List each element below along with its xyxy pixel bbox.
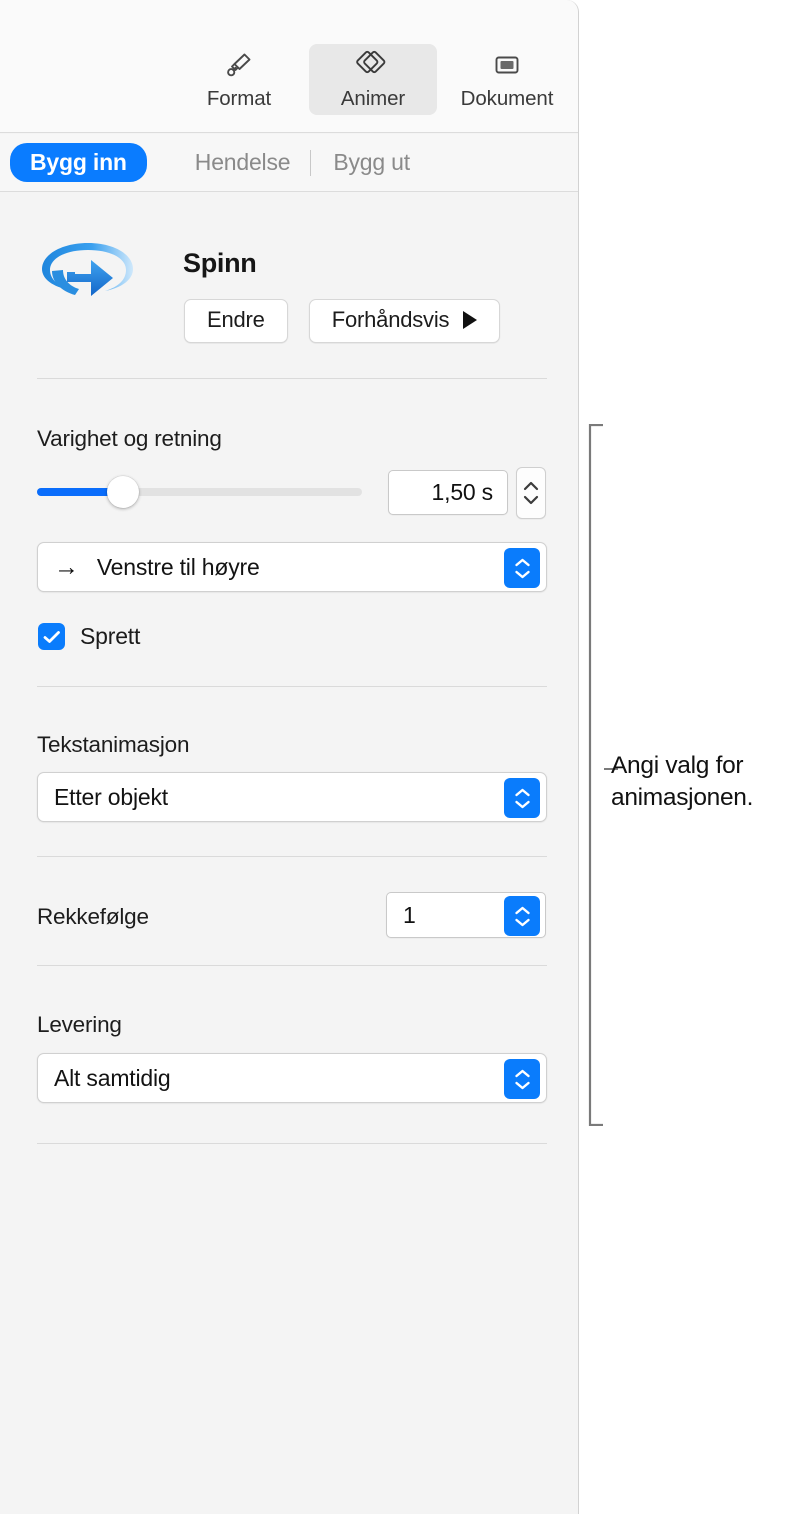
delivery-label: Levering [37,1012,122,1037]
order-stepper[interactable] [504,896,540,936]
order-value: 1 [403,901,416,928]
screen: Format Animer Dokument Bygg inn Hendelse… [0,0,798,1514]
chevron-up-icon [514,906,530,914]
section-divider [37,856,547,857]
chevron-down-icon [523,495,539,505]
toolbar-item-label: Animer [340,87,406,110]
direction-popup-menu[interactable]: → Venstre til høyre [37,542,547,592]
play-triangle-icon [463,311,478,329]
callout-bracket [588,423,604,1127]
animation-name: Spinn [183,248,257,278]
tab-divider [310,149,312,176]
text-animation-value: Etter objekt [54,783,168,810]
chevron-up-icon [514,788,530,796]
section-divider [37,686,547,687]
preview-button-label: Forhåndsvis [331,307,450,332]
text-animation-menu-chevrons[interactable] [504,778,540,818]
build-tabs: Bygg inn Hendelse Bygg ut [0,134,578,192]
section-divider [37,1143,547,1144]
tab-hendelse[interactable]: Hendelse [175,143,311,182]
spin-arrow-icon [33,226,143,321]
inspector-content: Spinn Endre Forhåndsvis Varighet og retn… [0,192,578,1514]
duration-slider[interactable] [37,476,362,508]
duration-section-label: Varighet og retning [37,426,222,451]
delivery-value: Alt samtidig [54,1064,171,1091]
duration-stepper[interactable] [516,467,546,519]
chevron-down-icon [514,1081,530,1089]
chevron-up-icon [514,1069,530,1077]
animate-inspector-panel: Format Animer Dokument Bygg inn Hendelse… [0,0,579,1514]
callout-text: Angi valg for animasjonen. [611,752,754,811]
duration-value: 1,50 s [431,479,494,505]
toolbar-item-format[interactable]: Format [175,44,303,115]
document-icon [491,50,523,80]
change-button-label: Endre [207,307,265,332]
section-divider [37,965,547,966]
bounce-checkbox-row[interactable]: Sprett [38,623,140,650]
chevron-up-icon [523,481,539,491]
chevron-down-icon [514,800,530,808]
direction-value: Venstre til høyre [96,553,260,580]
toolbar-item-animer[interactable]: Animer [309,44,437,115]
slider-thumb[interactable] [107,476,139,508]
direction-menu-chevrons[interactable] [504,548,540,588]
inspector-toolbar: Format Animer Dokument [0,0,578,133]
tab-bygg-ut[interactable]: Bygg ut [313,143,430,182]
order-value-field[interactable]: 1 [386,892,546,938]
paintbrush-icon [224,50,254,80]
checkmark-icon [43,630,60,643]
preview-animation-button[interactable]: Forhåndsvis [308,299,501,343]
delivery-menu-chevrons[interactable] [504,1059,540,1099]
bounce-checkbox[interactable] [38,623,65,650]
delivery-popup-menu[interactable]: Alt samtidig [37,1053,547,1103]
order-label: Rekkefølge [37,904,149,929]
toolbar-item-label: Format [206,87,272,110]
animate-diamonds-icon [356,50,390,80]
chevron-down-icon [514,570,530,578]
animation-header: Spinn Endre Forhåndsvis [0,218,578,358]
toolbar-item-dokument[interactable]: Dokument [443,44,571,115]
chevron-down-icon [514,918,530,926]
toolbar-item-label: Dokument [460,87,554,110]
chevron-up-icon [514,558,530,566]
tab-bygg-inn[interactable]: Bygg inn [10,143,147,182]
text-animation-label: Tekstanimasjon [37,732,190,757]
duration-value-field[interactable]: 1,50 s [388,470,508,515]
bounce-label: Sprett [80,623,141,649]
right-arrow-icon: → [54,552,79,581]
text-animation-popup-menu[interactable]: Etter objekt [37,772,547,822]
section-divider [37,378,547,379]
change-animation-button[interactable]: Endre [184,299,288,343]
